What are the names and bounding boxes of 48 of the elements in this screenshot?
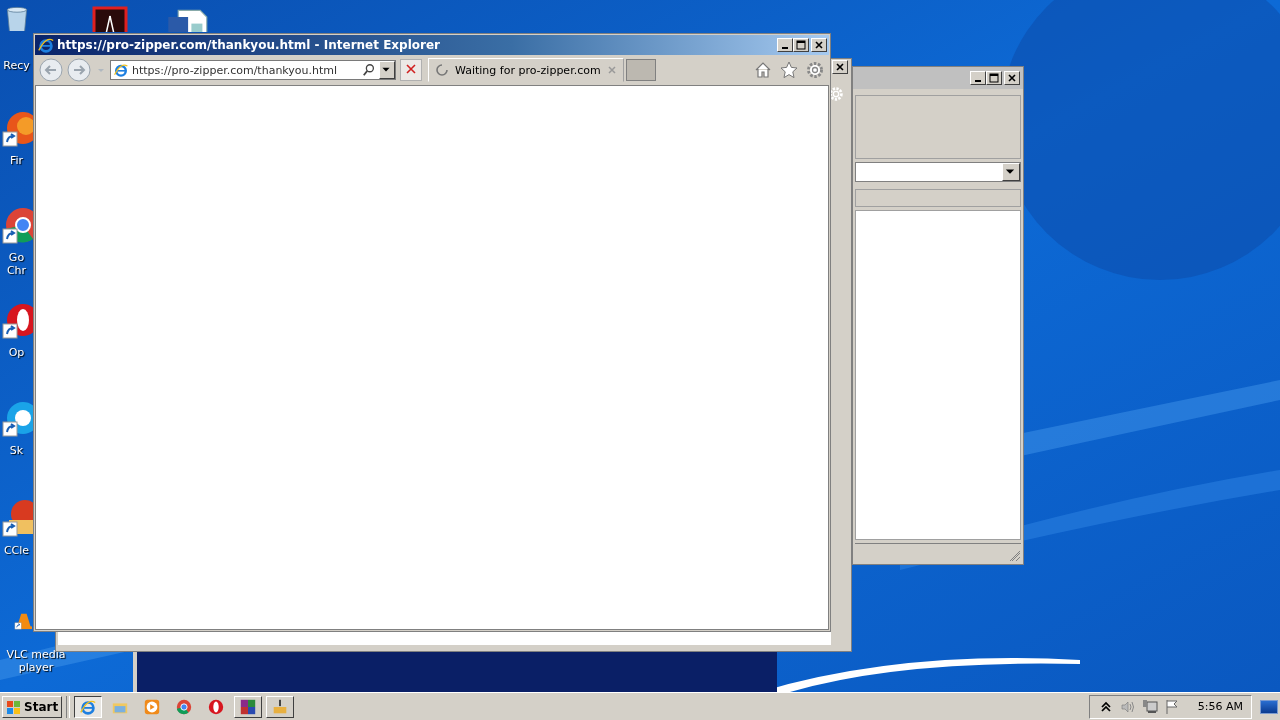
icon-label: Op: [7, 346, 26, 359]
icon-label: Fir: [8, 154, 25, 167]
taskbar-button[interactable]: [74, 695, 103, 718]
window-title: https://pro-zipper.com/thankyou.html - Internet Explorer: [57, 38, 441, 52]
close-icon: [835, 62, 845, 72]
icon-label: Recy: [2, 59, 31, 72]
app-icon[interactable]: [90, 6, 130, 32]
dropdown-field[interactable]: [855, 162, 1021, 182]
maximize-button[interactable]: [793, 38, 809, 52]
icon-label: Sk: [8, 444, 25, 457]
close-button[interactable]: [832, 60, 848, 74]
flag-icon[interactable]: [1163, 698, 1180, 715]
play-icon: [143, 697, 162, 716]
maximize-button[interactable]: [986, 71, 1002, 85]
close-icon: [1007, 73, 1017, 83]
close-button[interactable]: [1004, 71, 1020, 85]
minimize-button[interactable]: [777, 38, 793, 52]
stop-button[interactable]: [400, 59, 422, 81]
minimize-button[interactable]: [970, 71, 986, 85]
resize-grip-icon[interactable]: [1009, 550, 1021, 562]
minimize-icon: [782, 47, 788, 49]
page-icon: [113, 62, 129, 78]
tab-title: Waiting for pro-zipper.com: [455, 63, 601, 77]
app-icon: [207, 697, 226, 716]
maximize-icon: [989, 73, 999, 83]
start-button[interactable]: Start: [2, 695, 63, 718]
icon-label: Go Chr: [5, 251, 28, 277]
show-desktop-button[interactable]: [1260, 699, 1278, 714]
app-icon: [239, 697, 258, 716]
network-icon[interactable]: [1141, 698, 1158, 715]
minimize-icon: [975, 80, 981, 82]
clock[interactable]: 5:56 AM: [1197, 700, 1243, 713]
star-icon[interactable]: [779, 60, 799, 80]
close-button[interactable]: [811, 38, 827, 52]
search-icon[interactable]: [362, 63, 376, 77]
app-icon: [175, 697, 194, 716]
maximize-icon: [796, 40, 806, 50]
browser-tab[interactable]: Waiting for pro-zipper.com: [428, 58, 624, 82]
dropdown-button[interactable]: [379, 61, 395, 79]
icon-label: VLC media player: [5, 648, 67, 674]
browser-logo-icon: [37, 36, 55, 54]
address-field[interactable]: https://pro-zipper.com/thankyou.html: [110, 60, 396, 80]
home-icon[interactable]: [753, 60, 773, 80]
settings-icon[interactable]: [805, 60, 825, 80]
windows-logo-icon: [6, 698, 22, 715]
close-icon: [405, 63, 417, 75]
close-icon: [814, 40, 824, 50]
icon-label: CCle: [2, 544, 31, 557]
